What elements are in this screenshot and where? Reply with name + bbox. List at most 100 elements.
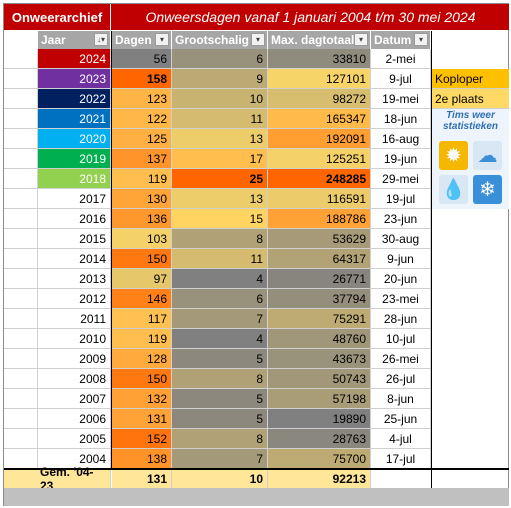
table-cell-groot[interactable]: 13 bbox=[172, 129, 268, 149]
table-cell-year[interactable]: 2009 bbox=[38, 349, 111, 369]
table-cell-dagen[interactable]: 119 bbox=[112, 329, 172, 349]
table-cell-year[interactable]: 2010 bbox=[38, 329, 111, 349]
table-cell-datum[interactable]: 23-mei bbox=[371, 289, 431, 309]
table-cell-datum[interactable]: 19-jul bbox=[371, 189, 431, 209]
table-cell-max[interactable]: 127101 bbox=[268, 69, 371, 89]
table-cell-groot[interactable]: 6 bbox=[172, 49, 268, 69]
table-cell-datum[interactable]: 23-jun bbox=[371, 209, 431, 229]
table-cell-year[interactable]: 2015 bbox=[38, 229, 111, 249]
table-cell-groot[interactable]: 5 bbox=[172, 409, 268, 429]
table-cell-year[interactable]: 2024 bbox=[38, 49, 111, 69]
table-cell-max[interactable]: 50743 bbox=[268, 369, 371, 389]
table-cell-datum[interactable]: 2-mei bbox=[371, 49, 431, 69]
table-cell-max[interactable]: 192091 bbox=[268, 129, 371, 149]
table-cell-max[interactable]: 98272 bbox=[268, 89, 371, 109]
table-cell-dagen[interactable]: 97 bbox=[112, 269, 172, 289]
table-cell-groot[interactable]: 8 bbox=[172, 229, 268, 249]
table-cell-datum[interactable]: 29-mei bbox=[371, 169, 431, 189]
table-cell-dagen[interactable]: 138 bbox=[112, 449, 172, 469]
table-cell-dagen[interactable]: 150 bbox=[112, 249, 172, 269]
table-cell-max[interactable]: 165347 bbox=[268, 109, 371, 129]
table-cell-dagen[interactable]: 146 bbox=[112, 289, 172, 309]
table-cell-datum[interactable]: 9-jul bbox=[371, 69, 431, 89]
table-cell-groot[interactable]: 4 bbox=[172, 269, 268, 289]
table-cell-dagen[interactable]: 125 bbox=[112, 129, 172, 149]
table-cell-max[interactable]: 64317 bbox=[268, 249, 371, 269]
table-cell-year[interactable]: 2005 bbox=[38, 429, 111, 449]
filter-dropdown-button[interactable]: ▾ bbox=[354, 33, 368, 46]
table-cell-dagen[interactable]: 137 bbox=[112, 149, 172, 169]
table-cell-datum[interactable]: 4-jul bbox=[371, 429, 431, 449]
table-cell-max[interactable]: 75700 bbox=[268, 449, 371, 469]
sort-filter-button[interactable]: ↓▾ bbox=[94, 33, 108, 46]
table-cell-groot[interactable]: 15 bbox=[172, 209, 268, 229]
table-cell-datum[interactable]: 19-mei bbox=[371, 89, 431, 109]
table-cell-datum[interactable]: 25-jun bbox=[371, 409, 431, 429]
table-cell-datum[interactable]: 28-jun bbox=[371, 309, 431, 329]
table-cell-groot[interactable]: 7 bbox=[172, 309, 268, 329]
table-cell-dagen[interactable]: 103 bbox=[112, 229, 172, 249]
table-cell-dagen[interactable]: 150 bbox=[112, 369, 172, 389]
table-cell-max[interactable]: 48760 bbox=[268, 329, 371, 349]
table-cell-groot[interactable]: 13 bbox=[172, 189, 268, 209]
table-cell-year[interactable]: 2018 bbox=[38, 169, 111, 189]
table-cell-year[interactable]: 2012 bbox=[38, 289, 111, 309]
table-cell-groot[interactable]: 9 bbox=[172, 69, 268, 89]
table-cell-max[interactable]: 37794 bbox=[268, 289, 371, 309]
table-cell-groot[interactable]: 5 bbox=[172, 349, 268, 369]
table-cell-groot[interactable]: 4 bbox=[172, 329, 268, 349]
table-cell-year[interactable]: 2023 bbox=[38, 69, 111, 89]
table-cell-max[interactable]: 57198 bbox=[268, 389, 371, 409]
table-cell-datum[interactable]: 30-aug bbox=[371, 229, 431, 249]
table-cell-groot[interactable]: 17 bbox=[172, 149, 268, 169]
table-cell-dagen[interactable]: 123 bbox=[112, 89, 172, 109]
table-cell-max[interactable]: 188786 bbox=[268, 209, 371, 229]
table-cell-dagen[interactable]: 119 bbox=[112, 169, 172, 189]
table-cell-year[interactable]: 2020 bbox=[38, 129, 111, 149]
table-cell-dagen[interactable]: 56 bbox=[112, 49, 172, 69]
table-cell-year[interactable]: 2021 bbox=[38, 109, 111, 129]
column-header[interactable]: Max. dagtotaal ▾ bbox=[268, 31, 371, 49]
table-cell-max[interactable]: 248285 bbox=[268, 169, 371, 189]
column-header[interactable]: Dagen ▾ bbox=[112, 31, 172, 49]
table-cell-year[interactable]: 2013 bbox=[38, 269, 111, 289]
table-cell-max[interactable]: 125251 bbox=[268, 149, 371, 169]
table-cell-dagen[interactable]: 131 bbox=[112, 409, 172, 429]
table-cell-dagen[interactable]: 132 bbox=[112, 389, 172, 409]
table-cell-year[interactable]: 2019 bbox=[38, 149, 111, 169]
table-cell-max[interactable]: 75291 bbox=[268, 309, 371, 329]
table-cell-groot[interactable]: 8 bbox=[172, 369, 268, 389]
filter-dropdown-button[interactable]: ▾ bbox=[155, 33, 169, 46]
table-cell-datum[interactable]: 8-jun bbox=[371, 389, 431, 409]
table-cell-datum[interactable]: 19-jun bbox=[371, 149, 431, 169]
filter-dropdown-button[interactable]: ▾ bbox=[414, 33, 428, 46]
table-cell-year[interactable]: 2008 bbox=[38, 369, 111, 389]
table-cell-datum[interactable]: 9-jun bbox=[371, 249, 431, 269]
table-cell-dagen[interactable]: 117 bbox=[112, 309, 172, 329]
table-cell-groot[interactable]: 5 bbox=[172, 389, 268, 409]
table-cell-datum[interactable]: 26-mei bbox=[371, 349, 431, 369]
table-cell-dagen[interactable]: 152 bbox=[112, 429, 172, 449]
table-cell-max[interactable]: 19890 bbox=[268, 409, 371, 429]
filter-dropdown-button[interactable]: ▾ bbox=[251, 33, 265, 46]
table-cell-groot[interactable]: 25 bbox=[172, 169, 268, 189]
table-cell-dagen[interactable]: 136 bbox=[112, 209, 172, 229]
table-cell-groot[interactable]: 8 bbox=[172, 429, 268, 449]
table-cell-datum[interactable]: 20-jun bbox=[371, 269, 431, 289]
table-cell-max[interactable]: 26771 bbox=[268, 269, 371, 289]
table-cell-year[interactable]: 2006 bbox=[38, 409, 111, 429]
table-cell-datum[interactable]: 17-jul bbox=[371, 449, 431, 469]
table-cell-groot[interactable]: 11 bbox=[172, 109, 268, 129]
table-cell-year[interactable]: 2014 bbox=[38, 249, 111, 269]
table-cell-dagen[interactable]: 158 bbox=[112, 69, 172, 89]
table-cell-groot[interactable]: 11 bbox=[172, 249, 268, 269]
table-cell-dagen[interactable]: 122 bbox=[112, 109, 172, 129]
table-cell-dagen[interactable]: 130 bbox=[112, 189, 172, 209]
column-header[interactable]: Jaar ↓▾ bbox=[38, 31, 111, 49]
column-header[interactable]: Datum ▾ bbox=[371, 31, 431, 49]
table-cell-datum[interactable]: 10-jul bbox=[371, 329, 431, 349]
table-cell-year[interactable]: 2016 bbox=[38, 209, 111, 229]
table-cell-groot[interactable]: 6 bbox=[172, 289, 268, 309]
table-cell-max[interactable]: 53629 bbox=[268, 229, 371, 249]
table-cell-datum[interactable]: 18-jun bbox=[371, 109, 431, 129]
